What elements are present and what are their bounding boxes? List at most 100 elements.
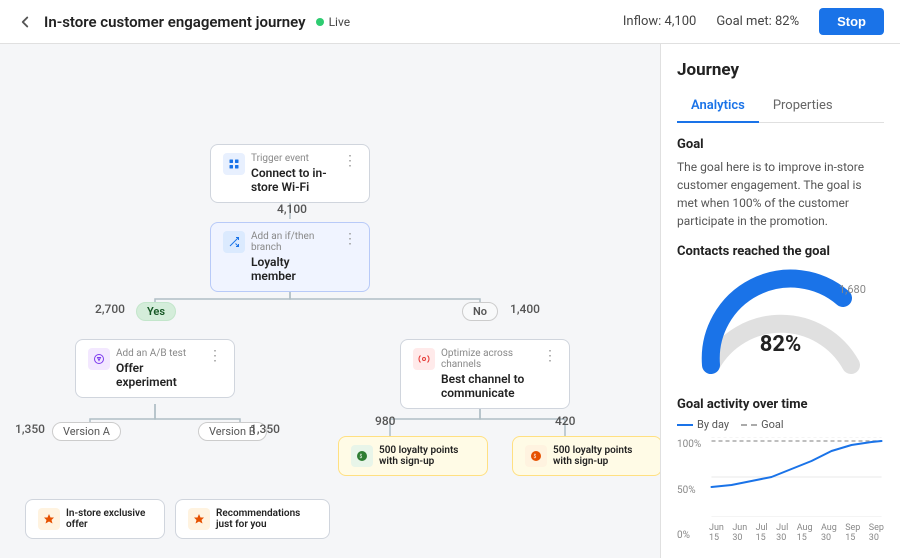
count-version-b: 1,350 xyxy=(250,422,280,436)
trigger-node-title: Connect to in-store Wi-Fi xyxy=(251,166,337,194)
legend-by-day-line xyxy=(677,424,693,426)
trigger-node-menu[interactable]: ⋮ xyxy=(343,153,357,169)
legend-by-day-label: By day xyxy=(697,418,729,431)
svg-text:1,680: 1,680 xyxy=(839,283,866,296)
recommendations-node: Recommendations just for you xyxy=(175,499,330,539)
trigger-node-label: Trigger event xyxy=(251,153,337,164)
panel-header: Journey Analytics Properties xyxy=(661,44,900,123)
y-label-50: 50% xyxy=(677,485,705,496)
branch-node: Add an if/then branch Loyalty member ⋮ xyxy=(210,222,370,292)
page-title: In-store customer engagement journey xyxy=(44,13,306,31)
back-button[interactable] xyxy=(16,13,34,31)
count-version-a: 1,350 xyxy=(15,422,45,436)
activity-title: Goal activity over time xyxy=(677,397,884,412)
svg-text:0: 0 xyxy=(701,373,707,375)
journey-canvas: Trigger event Connect to in-store Wi-Fi … xyxy=(0,44,660,558)
count-420: 420 xyxy=(555,414,575,428)
svg-text:$: $ xyxy=(534,453,537,460)
live-badge: Live xyxy=(316,15,350,29)
x-label-jun15: Jun15 xyxy=(709,523,724,543)
tab-analytics[interactable]: Analytics xyxy=(677,90,759,123)
count-yes: 2,700 xyxy=(95,302,125,316)
ab-test-title: Offer experiment xyxy=(116,361,202,389)
yes-label: Yes xyxy=(147,305,165,318)
x-label-jul15: Jul15 xyxy=(756,523,768,543)
panel-title: Journey xyxy=(677,60,884,80)
count-no: 1,400 xyxy=(510,302,540,316)
exclusive-icon xyxy=(38,508,60,530)
header-right: Inflow: 4,100 Goal met: 82% Stop xyxy=(623,8,884,35)
recommendations-icon xyxy=(188,508,210,530)
svg-text:$: $ xyxy=(360,453,363,460)
branch-node-label: Add an if/then branch xyxy=(251,231,337,253)
legend-goal: Goal xyxy=(741,418,783,431)
main: Trigger event Connect to in-store Wi-Fi … xyxy=(0,44,900,558)
header: In-store customer engagement journey Liv… xyxy=(0,0,900,44)
x-label-sep30: Sep30 xyxy=(869,523,884,543)
offer1-icon: $ xyxy=(351,445,373,467)
exclusive-node: In-store exclusive offer xyxy=(25,499,165,539)
ab-test-menu[interactable]: ⋮ xyxy=(208,348,222,364)
x-axis-labels: Jun15 Jun30 Jul15 Jul30 Aug15 Aug30 Sep1… xyxy=(709,523,884,543)
exclusive-title: In-store exclusive offer xyxy=(66,508,152,530)
trigger-node: Trigger event Connect to in-store Wi-Fi … xyxy=(210,144,370,203)
gauge-percent: 82% xyxy=(760,332,802,357)
offer2-title: 500 loyalty points with sign-up xyxy=(553,445,649,467)
branch-node-title: Loyalty member xyxy=(251,255,337,283)
count-main: 4,100 xyxy=(277,202,307,216)
header-left: In-store customer engagement journey Liv… xyxy=(16,13,611,31)
optimize-node: Optimize across channels Best channel to… xyxy=(400,339,570,409)
y-label-0: 0% xyxy=(677,530,705,541)
activity-chart-svg xyxy=(709,437,884,517)
recommendations-title: Recommendations just for you xyxy=(216,508,317,530)
offer2-node: $ 500 loyalty points with sign-up xyxy=(512,436,660,476)
canvas-connections xyxy=(0,44,660,558)
x-label-sep15: Sep15 xyxy=(845,523,860,543)
y-axis-labels: 100% 50% 0% xyxy=(677,437,705,543)
svg-text:100%: 100% xyxy=(843,373,870,375)
offer2-icon: $ xyxy=(525,445,547,467)
y-label-100: 100% xyxy=(677,439,705,450)
live-label: Live xyxy=(329,15,350,29)
yes-badge: Yes xyxy=(136,302,176,321)
optimize-icon xyxy=(413,348,435,370)
version-a-badge: Version A xyxy=(52,422,121,441)
trigger-icon xyxy=(223,153,245,175)
activity-section: Goal activity over time By day Goal 100% xyxy=(677,397,884,543)
branch-node-menu[interactable]: ⋮ xyxy=(343,231,357,247)
offer1-node: $ 500 loyalty points with sign-up xyxy=(338,436,488,476)
tabs: Analytics Properties xyxy=(677,90,884,123)
ab-test-label: Add an A/B test xyxy=(116,348,202,359)
chart-area: Jun15 Jun30 Jul15 Jul30 Aug15 Aug30 Sep1… xyxy=(709,437,884,543)
ab-test-icon xyxy=(88,348,110,370)
goal-text: The goal here is to improve in-store cus… xyxy=(677,158,884,230)
x-label-jul30: Jul30 xyxy=(776,523,788,543)
legend-goal-line xyxy=(741,424,757,426)
optimize-title: Best channel to communicate xyxy=(441,372,537,400)
contacts-title: Contacts reached the goal xyxy=(677,244,884,259)
legend-goal-label: Goal xyxy=(761,418,783,431)
no-label: No xyxy=(473,305,487,318)
right-panel: Journey Analytics Properties Goal The go… xyxy=(660,44,900,558)
stop-button[interactable]: Stop xyxy=(819,8,884,35)
x-label-aug15: Aug15 xyxy=(797,523,813,543)
branch-icon xyxy=(223,231,245,253)
version-a-label: Version A xyxy=(63,425,110,438)
legend-by-day: By day xyxy=(677,418,729,431)
ab-test-node: Add an A/B test Offer experiment ⋮ xyxy=(75,339,235,398)
x-label-jun30: Jun30 xyxy=(732,523,747,543)
optimize-menu[interactable]: ⋮ xyxy=(543,348,557,364)
gauge-chart: 0 100% 1,680 xyxy=(691,265,871,375)
chart-wrapper: 100% 50% 0% xyxy=(677,437,884,543)
inflow-label: Inflow: 4,100 xyxy=(623,14,696,29)
panel-content: Goal The goal here is to improve in-stor… xyxy=(661,123,900,557)
version-b-label: Version B xyxy=(209,425,256,438)
tab-properties[interactable]: Properties xyxy=(759,90,847,123)
live-dot xyxy=(316,18,324,26)
x-label-aug30: Aug30 xyxy=(821,523,837,543)
chart-legend: By day Goal xyxy=(677,418,884,431)
optimize-label: Optimize across channels xyxy=(441,348,537,370)
goal-met-label: Goal met: 82% xyxy=(716,14,799,29)
offer1-title: 500 loyalty points with sign-up xyxy=(379,445,475,467)
no-badge: No xyxy=(462,302,498,321)
